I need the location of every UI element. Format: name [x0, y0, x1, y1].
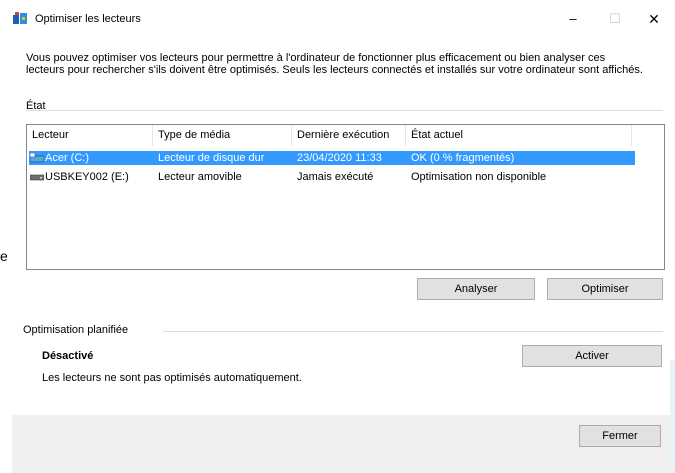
column-header-media-type[interactable]: Type de média — [153, 125, 292, 146]
drive-name: USBKEY002 (E:) — [45, 171, 129, 183]
column-header-last-run[interactable]: Dernière exécution — [292, 125, 406, 146]
status-divider — [26, 110, 663, 111]
minimize-button[interactable]: – — [557, 7, 589, 31]
drive-name: Acer (C:) — [45, 152, 89, 164]
scheduled-divider — [163, 331, 663, 332]
window-title: Optimiser les lecteurs — [35, 13, 141, 25]
close-dialog-button[interactable]: Fermer — [579, 425, 661, 447]
schedule-state: Désactivé — [42, 350, 94, 362]
hard-drive-icon — [30, 153, 44, 163]
footer-bar: Fermer — [12, 415, 675, 473]
drive-row-e[interactable]: USBKEY002 (E:) Lecteur amovible Jamais e… — [29, 170, 635, 184]
drive-media-type: Lecteur amovible — [158, 171, 242, 183]
drives-list[interactable]: Lecteur Type de média Dernière exécution… — [26, 124, 665, 270]
window-edge — [670, 360, 675, 473]
drive-last-run: 23/04/2020 11:33 — [297, 152, 382, 164]
usb-drive-icon — [30, 174, 44, 181]
optimize-button[interactable]: Optimiser — [547, 278, 663, 300]
column-header-current-status[interactable]: État actuel — [406, 125, 632, 146]
description-text: Vous pouvez optimiser vos lecteurs pour … — [26, 52, 643, 76]
drive-last-run: Jamais exécuté — [297, 171, 374, 183]
column-header-drive[interactable]: Lecteur — [27, 125, 153, 146]
schedule-note: Les lecteurs ne sont pas optimisés autom… — [42, 372, 302, 384]
analyze-button[interactable]: Analyser — [417, 278, 535, 300]
drive-status: OK (0 % fragmentés) — [411, 152, 515, 164]
activate-button[interactable]: Activer — [522, 345, 662, 367]
drive-media-type: Lecteur de disque dur — [158, 152, 265, 164]
background-text-fragment: e — [0, 248, 8, 264]
close-window-button[interactable]: ✕ — [638, 7, 670, 31]
defrag-app-icon — [13, 12, 27, 24]
drive-row-c[interactable]: Acer (C:) Lecteur de disque dur 23/04/20… — [29, 151, 635, 165]
drive-status: Optimisation non disponible — [411, 171, 547, 183]
scheduled-section-label: Optimisation planifiée — [23, 324, 129, 336]
maximize-button[interactable]: ☐ — [599, 7, 631, 31]
title-bar: Optimiser les lecteurs – ☐ ✕ — [0, 0, 675, 38]
